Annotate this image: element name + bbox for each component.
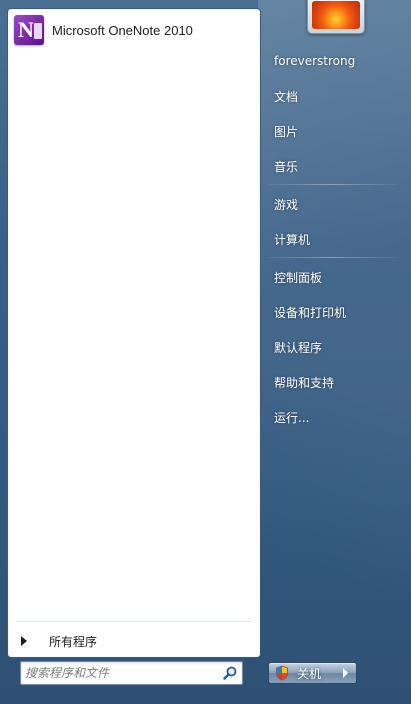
right-item-label: 运行... bbox=[274, 410, 310, 425]
right-item-music[interactable]: 音乐 bbox=[262, 153, 398, 179]
right-item-default-programs[interactable]: 默认程序 bbox=[262, 334, 398, 360]
right-item-devices-printers[interactable]: 设备和打印机 bbox=[262, 299, 398, 325]
triangle-right-icon bbox=[21, 636, 27, 646]
right-item-documents[interactable]: 文档 bbox=[262, 83, 398, 109]
programs-divider bbox=[16, 621, 252, 622]
right-item-label: 帮助和支持 bbox=[274, 375, 335, 390]
shield-icon bbox=[276, 665, 288, 681]
right-item-label: 文档 bbox=[274, 89, 299, 104]
right-item-user[interactable]: foreverstrong bbox=[262, 48, 398, 74]
chevron-right-icon bbox=[343, 668, 348, 678]
programs-panel: N Microsoft OneNote 2010 所有程序 bbox=[7, 8, 261, 658]
right-item-pictures[interactable]: 图片 bbox=[262, 118, 398, 144]
right-item-label: 音乐 bbox=[274, 159, 299, 174]
search-icon[interactable] bbox=[222, 665, 238, 681]
right-item-control-panel[interactable]: 控制面板 bbox=[262, 264, 398, 290]
right-item-label: foreverstrong bbox=[274, 54, 356, 68]
right-item-label: 计算机 bbox=[274, 232, 311, 247]
pinned-program-label: Microsoft OneNote 2010 bbox=[52, 22, 193, 38]
search-input[interactable] bbox=[25, 664, 215, 682]
shutdown-button[interactable]: 关机 bbox=[268, 662, 337, 684]
onenote-icon: N bbox=[14, 15, 44, 45]
shutdown-options-button[interactable] bbox=[336, 662, 357, 684]
start-menu: N Microsoft OneNote 2010 所有程序 foreverstr… bbox=[0, 0, 411, 704]
right-item-run[interactable]: 运行... bbox=[262, 404, 398, 430]
all-programs-button[interactable]: 所有程序 bbox=[14, 627, 254, 655]
right-divider bbox=[268, 184, 396, 185]
flower-picture bbox=[312, 1, 360, 29]
user-picture-frame[interactable] bbox=[307, 0, 365, 34]
right-item-label: 控制面板 bbox=[274, 270, 323, 285]
right-item-help-support[interactable]: 帮助和支持 bbox=[262, 369, 398, 395]
all-programs-label: 所有程序 bbox=[49, 634, 98, 649]
shutdown-label: 关机 bbox=[297, 666, 322, 681]
right-divider bbox=[268, 257, 396, 258]
right-item-computer[interactable]: 计算机 bbox=[262, 226, 398, 252]
right-item-label: 游戏 bbox=[274, 197, 299, 212]
right-item-label: 图片 bbox=[274, 124, 299, 139]
right-item-label: 设备和打印机 bbox=[274, 305, 347, 320]
search-box bbox=[20, 661, 243, 685]
right-item-games[interactable]: 游戏 bbox=[262, 191, 398, 217]
pinned-program-onenote[interactable]: N Microsoft OneNote 2010 bbox=[12, 12, 256, 48]
right-item-label: 默认程序 bbox=[274, 340, 323, 355]
